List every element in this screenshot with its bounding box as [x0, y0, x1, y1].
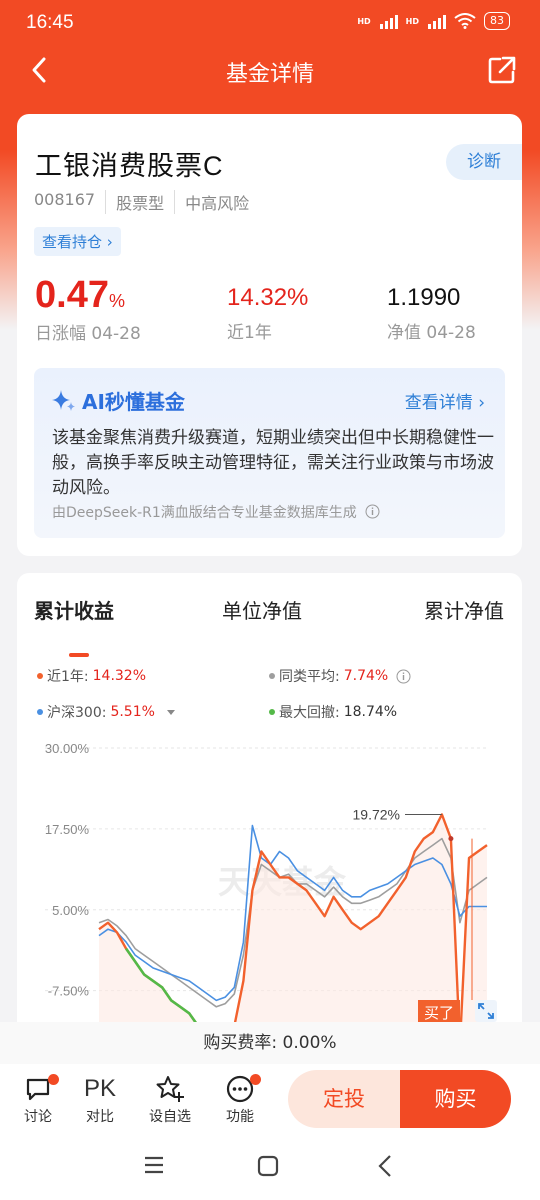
nav-value: 1.1990: [387, 284, 461, 311]
fee-bar: 购买费率: 0.00%: [0, 1022, 540, 1064]
fund-risk: 中高风险: [174, 190, 259, 214]
caret-down-icon[interactable]: [163, 707, 179, 717]
y-tick-label: 17.50%: [45, 822, 90, 837]
menu-icon[interactable]: [143, 1156, 165, 1174]
network-label-1: HD: [357, 16, 371, 26]
share-icon[interactable]: [486, 54, 518, 86]
y-tick-label: 30.00%: [45, 741, 90, 756]
active-tab-indicator: [69, 653, 89, 657]
legend-fund: 近1年: 14.32%: [37, 666, 146, 686]
status-bar: 16:45 HD HD 83: [0, 0, 540, 46]
legend-peer: 同类平均: 7.74%: [269, 666, 411, 686]
fund-type: 股票型: [105, 190, 174, 214]
star-add-icon: [156, 1076, 184, 1102]
ai-summary-text: 该基金聚焦消费升级赛道，短期业绩突出但中长期稳健性一般，高换手率反映主动管理特征…: [52, 428, 494, 498]
discuss-button[interactable]: 讨论: [13, 1072, 63, 1126]
fund-area: [99, 814, 487, 1023]
daily-change-value: 0.47%: [35, 274, 125, 316]
add-watchlist-button[interactable]: 设自选: [145, 1072, 195, 1126]
year-change-label: 近1年: [227, 323, 272, 343]
ai-title: AI秒懂基金: [50, 386, 185, 415]
function-button[interactable]: 功能: [215, 1072, 265, 1126]
info-icon[interactable]: [396, 669, 411, 684]
buy-marker-label: 买了: [424, 1004, 454, 1022]
battery-indicator: 83: [484, 12, 510, 30]
nav-metric: 1.1990 净值 04-28: [387, 284, 476, 343]
tab-cumulative-return[interactable]: 累计收益: [34, 595, 114, 624]
status-icons: HD HD 83: [357, 12, 510, 30]
signal-icon-2: [428, 13, 446, 29]
back-icon[interactable]: [376, 1154, 394, 1178]
legend-dot-index: [37, 709, 43, 715]
status-time: 16:45: [26, 12, 74, 33]
performance-chart[interactable]: 30.00%17.50%5.00%-7.50%天天基金19.72%-14.65%…: [17, 738, 522, 1023]
fund-name: 工银消费股票C: [35, 151, 224, 181]
y-tick-label: -7.50%: [48, 984, 90, 999]
ai-detail-link[interactable]: 查看详情 ›: [405, 388, 485, 413]
system-nav-bar: [0, 1134, 540, 1200]
daily-change-label: 日涨幅 04-28: [35, 324, 141, 344]
max-annotation: 19.72%: [353, 807, 400, 823]
network-label-2: HD: [405, 16, 419, 26]
home-icon[interactable]: [257, 1155, 279, 1177]
auto-invest-button[interactable]: 定投: [288, 1070, 400, 1128]
signal-icon-1: [379, 13, 398, 29]
view-holdings-link[interactable]: 查看持仓 ›: [34, 227, 121, 256]
diagnose-button[interactable]: 诊断: [446, 144, 522, 180]
performance-chart-card: 累计收益 单位净值 累计净值 近1年: 14.32% 同类平均: 7.74% 沪深3…: [17, 573, 522, 1043]
legend-drawdown: 最大回撤: 18.74%: [269, 702, 397, 722]
sparkle-icon: [52, 389, 75, 411]
ai-summary-box: AI秒懂基金 查看详情 › 该基金聚焦消费升级赛道，短期业绩突出但中长期稳健性一…: [34, 368, 505, 538]
expand-icon[interactable]: [475, 1000, 497, 1022]
fund-info-card: 工银消费股票C 诊断 008167 股票型 中高风险 查看持仓 › 0.47% …: [17, 114, 522, 556]
info-icon[interactable]: [365, 504, 380, 519]
legend-dot-fund: [37, 673, 43, 679]
legend-dot-drawdown: [269, 709, 275, 715]
compare-button[interactable]: PK 对比: [75, 1072, 125, 1126]
pk-icon: PK: [83, 1075, 116, 1102]
ai-footer: 由DeepSeek-R1满血版结合专业基金数据库生成: [52, 502, 380, 522]
tab-unit-nav[interactable]: 单位净值: [222, 595, 302, 624]
legend-index[interactable]: 沪深300: 5.51%: [37, 702, 179, 722]
nav-bar: 基金详情: [0, 46, 540, 94]
bottom-action-bar: 讨论 PK 对比 设自选 功能 定投 购买: [0, 1064, 540, 1134]
year-change-value: 14.32%: [227, 284, 309, 311]
legend-dot-peer: [269, 673, 275, 679]
fund-tags: 008167 股票型 中高风险: [34, 190, 259, 214]
buy-button[interactable]: 购买: [400, 1070, 511, 1128]
wifi-icon: [454, 13, 476, 29]
nav-label: 净值 04-28: [387, 323, 476, 343]
notification-dot: [250, 1074, 261, 1085]
daily-change-metric: 0.47% 日涨幅 04-28: [35, 274, 141, 344]
fund-code: 008167: [34, 190, 96, 209]
page-title: 基金详情: [225, 61, 314, 86]
chart-tabs: 累计收益 单位净值 累计净值: [17, 595, 522, 657]
y-tick-label: 5.00%: [52, 903, 89, 918]
year-change-metric: 14.32% 近1年: [227, 284, 308, 343]
notification-dot: [48, 1074, 59, 1085]
buy-point: [448, 836, 454, 842]
tab-cumulative-nav[interactable]: 累计净值: [424, 595, 504, 624]
